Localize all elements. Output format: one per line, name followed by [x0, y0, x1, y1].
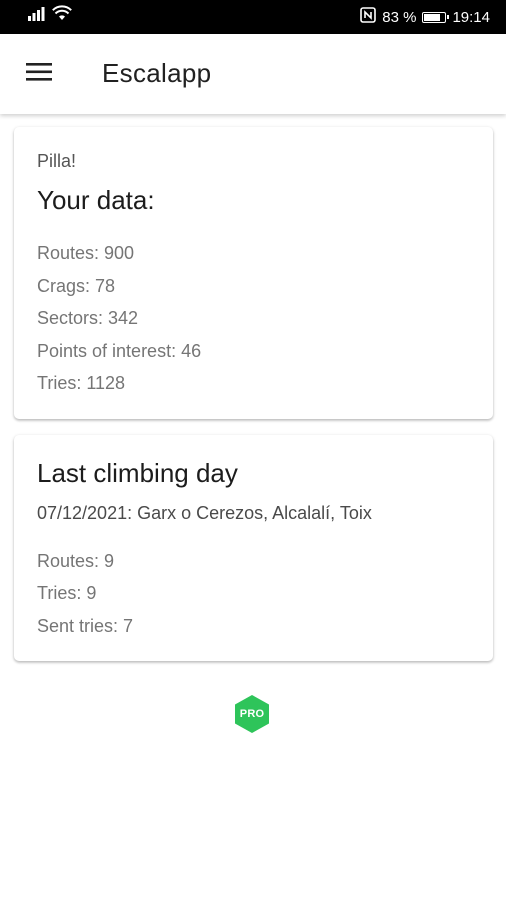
your-data-card: Pilla! Your data: Routes: 900 Crags: 78 …	[14, 127, 493, 419]
stat-sectors: Sectors: 342	[37, 308, 139, 328]
battery-percent: 83 %	[382, 8, 417, 26]
clock: 19:14	[452, 8, 490, 26]
status-right: 83 % 19:14	[360, 0, 490, 34]
app-bar: Escalapp	[0, 34, 506, 114]
climbing-day-subtitle: 07/12/2021: Garx o Cerezos, Alcalalí, To…	[37, 503, 372, 523]
hamburger-menu-icon	[26, 62, 54, 87]
stat-routes: Routes: 900	[37, 243, 135, 263]
pro-badge-button[interactable]: PRO	[232, 694, 272, 734]
status-left	[28, 5, 72, 26]
day-stat-tries: Tries: 9	[37, 583, 97, 603]
app-title: Escalapp	[102, 58, 212, 88]
battery-level	[424, 13, 441, 21]
pro-badge-label: PRO	[239, 708, 265, 720]
stat-crags: Crags: 78	[37, 276, 116, 296]
stat-points-of-interest: Points of interest: 46	[37, 341, 202, 361]
menu-button[interactable]	[18, 54, 62, 94]
status-bar: 83 % 19:14	[0, 0, 506, 34]
battery-icon	[422, 11, 450, 23]
last-climbing-day-title: Last climbing day	[37, 458, 238, 488]
day-stat-sent-tries: Sent tries: 7	[37, 616, 134, 636]
wifi-icon	[52, 5, 72, 26]
last-climbing-day-card[interactable]: Last climbing day 07/12/2021: Garx o Cer…	[14, 435, 493, 661]
your-data-title: Your data:	[37, 185, 155, 215]
stat-tries: Tries: 1128	[37, 373, 126, 393]
signal-icon	[28, 5, 48, 26]
day-stat-routes: Routes: 9	[37, 551, 115, 571]
greeting-text: Pilla!	[37, 151, 77, 171]
nfc-icon	[360, 7, 377, 27]
